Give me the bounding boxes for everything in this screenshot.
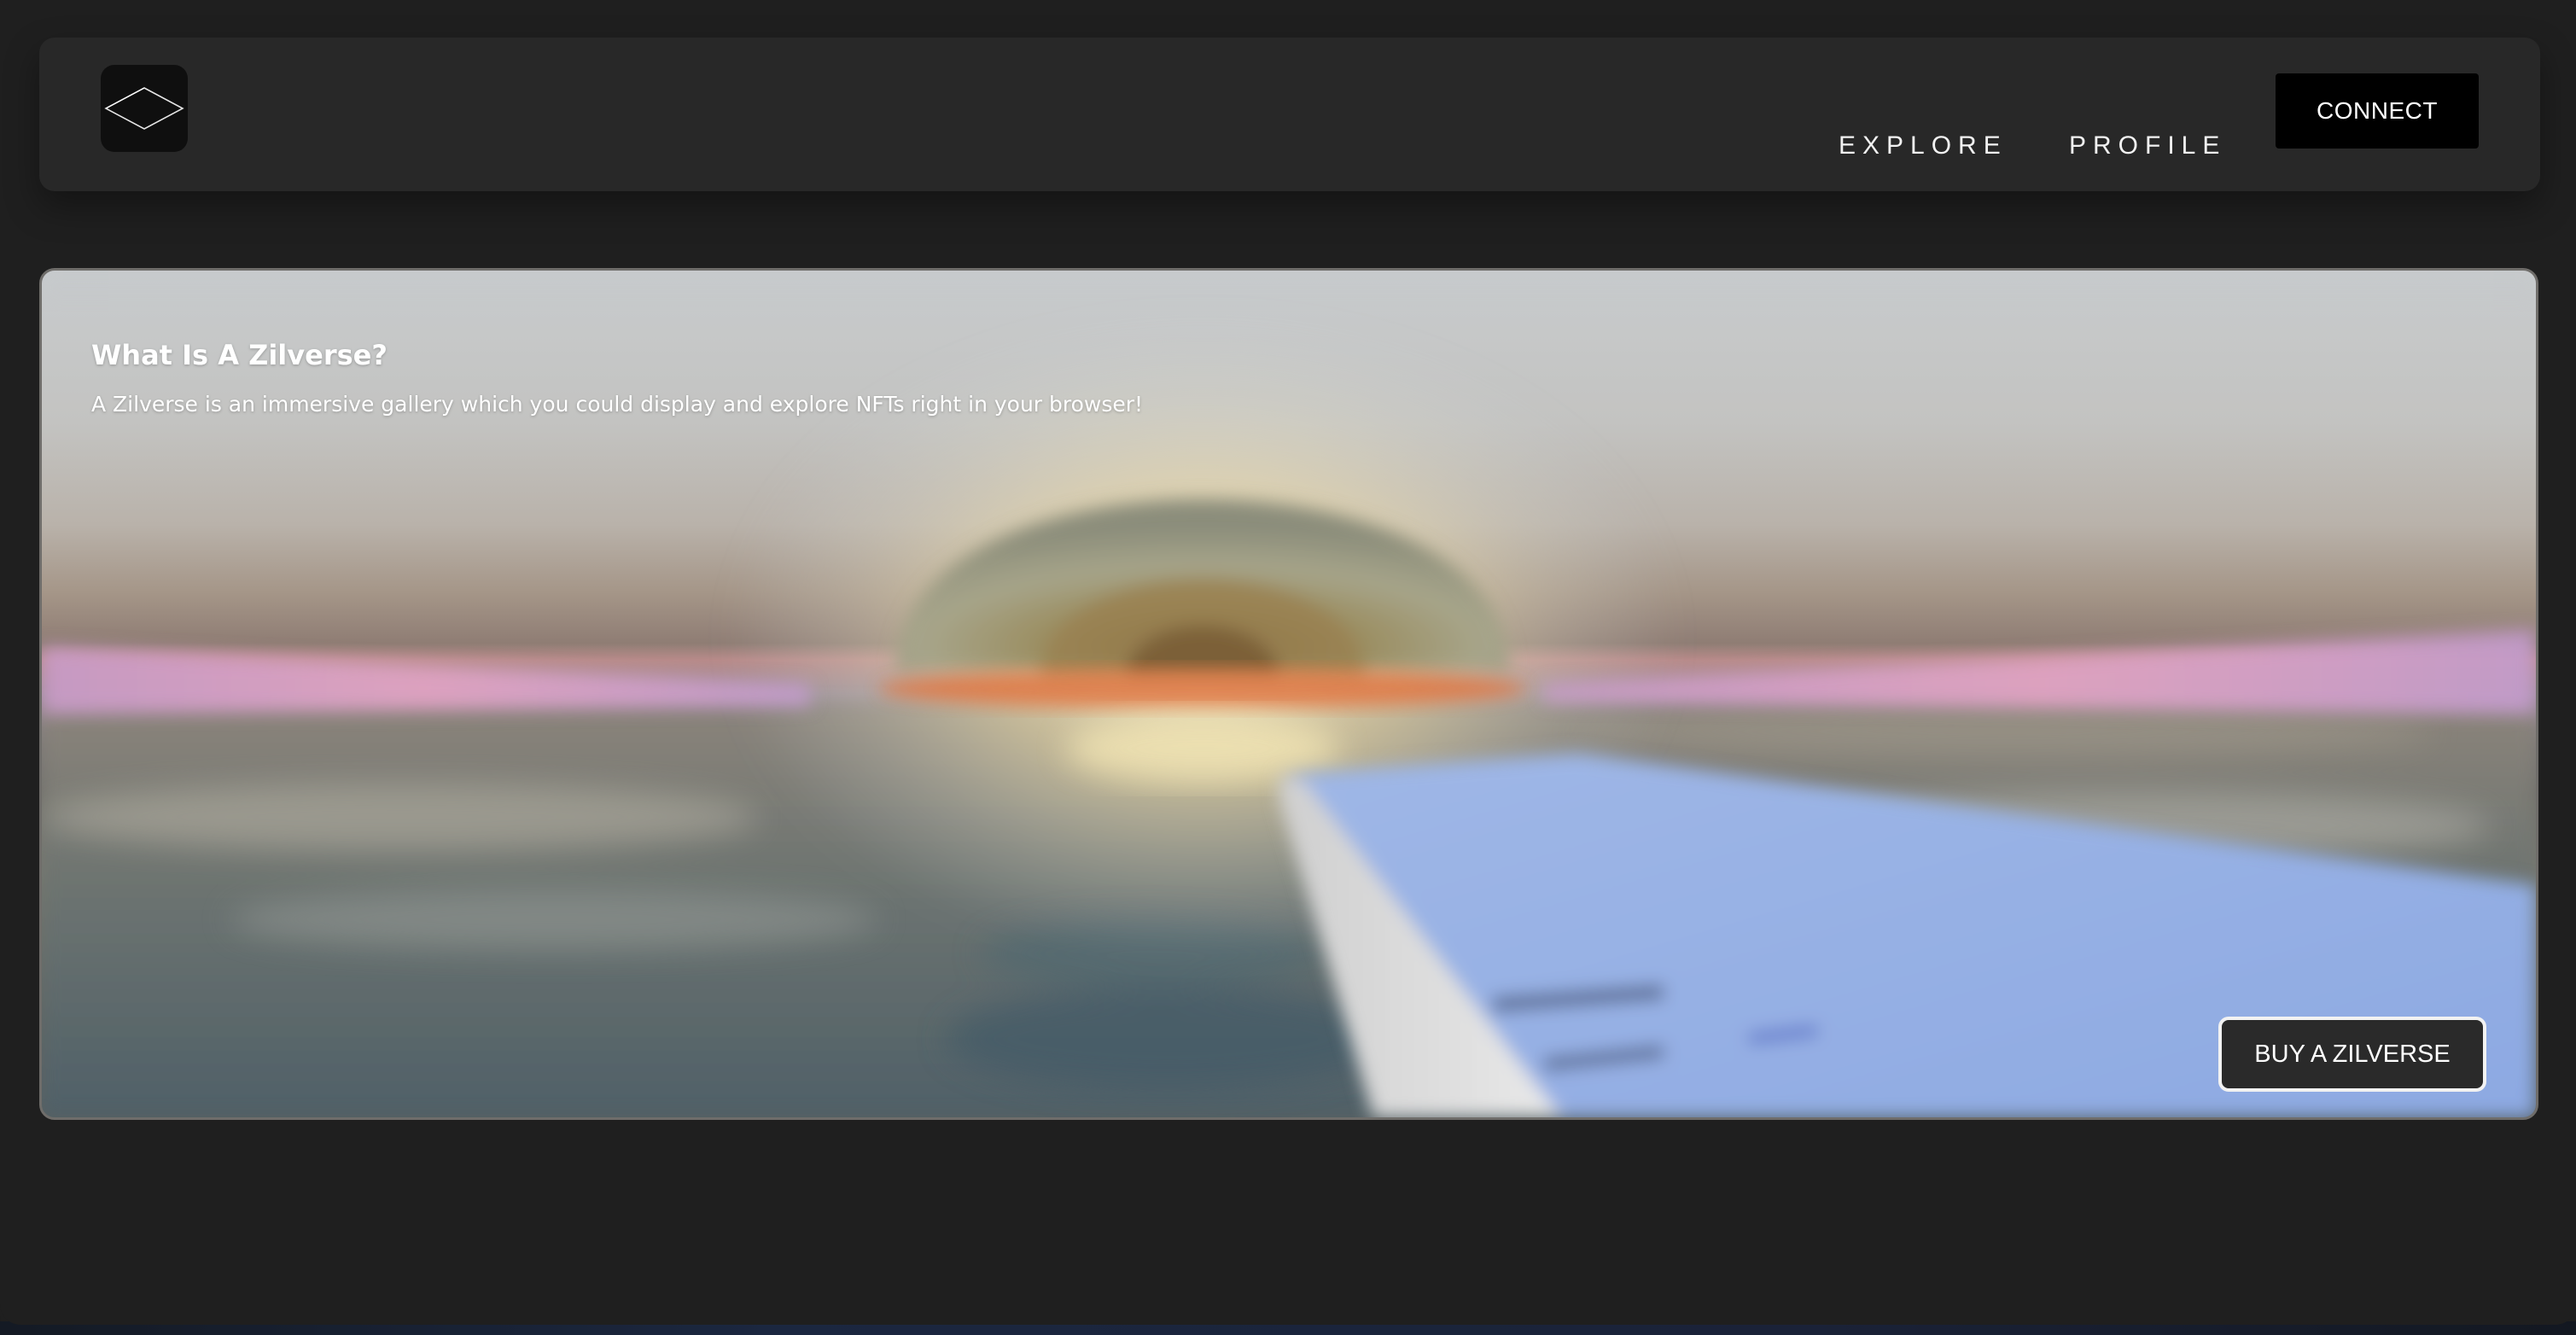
page-content: EXPLORE PROFILE CONNECT What Is A Zilver… [0,0,2576,1325]
hero-description: A Zilverse is an immersive gallery which… [91,392,1144,417]
buy-zilverse-button[interactable]: BUY A ZILVERSE [2218,1017,2486,1092]
navbar: EXPLORE PROFILE CONNECT [39,38,2540,191]
diamond-logo-icon [104,87,184,130]
page: EXPLORE PROFILE CONNECT What Is A Zilver… [0,0,2576,1335]
nav-profile-link[interactable]: PROFILE [2069,131,2226,169]
hero-banner: What Is A Zilverse? A Zilverse is an imm… [39,268,2538,1120]
nav-explore-link[interactable]: EXPLORE [1839,131,2008,169]
logo-button[interactable] [101,65,188,152]
connect-button[interactable]: CONNECT [2276,73,2479,149]
hero-title: What Is A Zilverse? [91,339,388,371]
